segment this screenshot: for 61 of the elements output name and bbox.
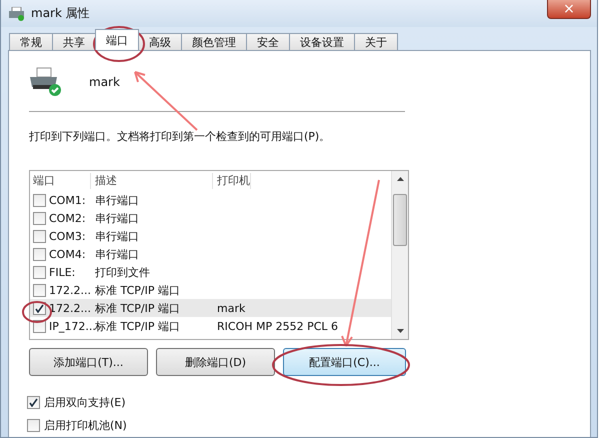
column-header[interactable]: 打印机: [213, 173, 251, 189]
column-header[interactable]: 端口: [30, 173, 91, 189]
annotation-arrow: [134, 71, 198, 131]
port-description: 串行端口: [94, 192, 140, 208]
checkbox[interactable]: [33, 212, 46, 224]
port-row[interactable]: IP_172...标准 TCP/IP 端口 RICOH MP 2552 PCL 6: [30, 317, 391, 335]
checkbox[interactable]: [33, 284, 46, 296]
scroll-down-icon[interactable]: [396, 329, 404, 333]
annotation-circle: [22, 301, 52, 323]
port-name: IP_172...: [49, 320, 96, 332]
port-description: 标准 TCP/IP 端口: [94, 282, 181, 298]
tab[interactable]: 关于: [354, 33, 398, 50]
port-row[interactable]: COM4: 串行端口: [30, 245, 391, 263]
checkbox[interactable]: [33, 230, 46, 242]
tab[interactable]: 端口: [95, 29, 139, 50]
printer-name: mark: [89, 75, 120, 89]
option-label: 启用打印机池(N): [44, 418, 127, 432]
port-description: 标准 TCP/IP 端口: [94, 300, 181, 316]
tab[interactable]: 设备设置: [289, 33, 355, 50]
port-row[interactable]: COM3: 串行端口: [30, 227, 391, 245]
port-description: 串行端口: [94, 228, 140, 244]
dialog-button[interactable]: 添加端口(T)...: [29, 348, 148, 376]
port-name: COM4:: [49, 248, 86, 260]
printer-cell-text: mark: [216, 302, 246, 314]
scroll-up-icon[interactable]: [396, 177, 404, 181]
scrollbar[interactable]: [391, 171, 408, 339]
dialog-button[interactable]: 配置端口(C)...: [283, 348, 406, 376]
scroll-thumb[interactable]: [393, 194, 407, 246]
port-row[interactable]: COM1: 串行端口: [30, 191, 391, 209]
printer-icon: [9, 6, 25, 20]
checkbox[interactable]: [33, 266, 46, 278]
column-header[interactable]: 描述: [91, 173, 213, 189]
printer-icon: [29, 67, 63, 97]
checkbox[interactable]: [33, 248, 46, 260]
option-label: 启用双向支持(E): [44, 394, 126, 410]
instruction-text: 打印到下列端口。文档将打印到第一个检查到的可用端口(P)。: [28, 129, 332, 144]
port-row[interactable]: 172.2... 标准 TCP/IP 端口 mark: [30, 299, 391, 317]
annotation-circle: [93, 26, 145, 62]
port-name: 172.2...: [49, 302, 91, 314]
port-row[interactable]: 172.2... 标准 TCP/IP 端口: [30, 281, 391, 299]
tab[interactable]: 高级: [138, 33, 182, 50]
port-description: 打印到文件: [94, 264, 151, 280]
tab[interactable]: 安全: [246, 33, 290, 50]
port-row[interactable]: COM2: 串行端口: [30, 209, 391, 227]
port-name: 172.2...: [49, 284, 91, 296]
port-name: FILE:: [49, 266, 76, 278]
checkbox[interactable]: [27, 418, 40, 432]
tab[interactable]: 颜色管理: [181, 33, 247, 50]
window-title: mark 属性: [31, 5, 90, 22]
port-name: COM3:: [49, 230, 86, 242]
dialog-button[interactable]: 删除端口(D): [156, 348, 275, 376]
port-description: 串行端口: [94, 246, 140, 262]
port-name: COM1:: [49, 194, 86, 206]
tab[interactable]: 常规: [9, 33, 53, 50]
port-description: 串行端口: [94, 210, 140, 226]
port-row[interactable]: FILE: 打印到文件: [30, 263, 391, 281]
checkbox[interactable]: [27, 396, 40, 408]
port-name: COM2:: [49, 212, 86, 224]
checkbox[interactable]: [33, 194, 46, 206]
tab[interactable]: 共享: [52, 33, 96, 50]
printer-cell-text: RICOH MP 2552 PCL 6: [216, 320, 338, 332]
